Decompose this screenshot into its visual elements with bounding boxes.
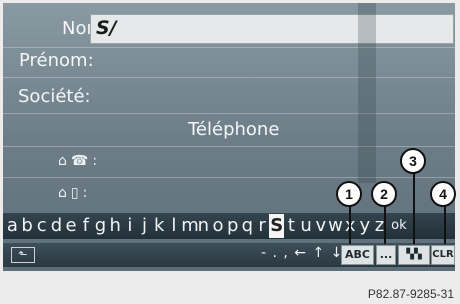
letter-key[interactable]: a (5, 214, 20, 238)
letter-key[interactable]: v (313, 214, 328, 238)
reference-code: P82.87-9285-31 (367, 287, 454, 301)
ok-key[interactable]: ok (387, 214, 411, 238)
home-phone-colon: : (92, 153, 98, 169)
language-switch-button[interactable]: ▚▚ (398, 245, 430, 265)
abc-button[interactable]: ABC (341, 245, 374, 265)
callout-leader-line (413, 173, 415, 244)
row-divider (3, 177, 455, 178)
more-characters-button[interactable]: ... (376, 245, 396, 265)
letter-key[interactable]: h (108, 214, 123, 238)
letter-key[interactable]: p (225, 214, 240, 238)
function-bar: ⬑ - . , ← ↑ ↓ → ABC ... ▚▚ CLR (3, 243, 455, 267)
letter-key[interactable]: o (211, 214, 226, 238)
letter-key[interactable]: m (181, 214, 199, 238)
language-flag-icon: ▚▚ (406, 249, 422, 260)
phone-section-header: Téléphone (188, 119, 280, 140)
callout-leader-line (384, 206, 386, 244)
back-arrow-icon: ⬑ (18, 248, 28, 261)
telephone-icon: ☎ (70, 153, 89, 169)
row-divider (3, 146, 455, 147)
callout-2: 2 (371, 181, 397, 207)
name-input-value: S/ (96, 17, 117, 39)
letter-key-selected[interactable]: S (269, 214, 285, 238)
letter-key[interactable]: b (20, 214, 35, 238)
letter-key[interactable]: r (255, 214, 270, 238)
letter-key[interactable]: w (328, 214, 343, 238)
letter-key[interactable]: d (49, 214, 64, 238)
letter-key[interactable]: k (152, 214, 167, 238)
letter-key[interactable]: q (240, 214, 255, 238)
first-name-label: Prénom: (19, 50, 94, 71)
mobile-phone-colon: : (82, 185, 88, 201)
mobile-phone-icon: ▯ (70, 185, 79, 201)
callout-4: 4 (430, 181, 456, 207)
name-input[interactable]: S/ (90, 14, 454, 44)
home-icon: ⌂ (58, 185, 67, 201)
letter-key[interactable]: n (196, 214, 211, 238)
contact-entry-screen: Nom: S/ Prénom: Société: Téléphone ⌂ ☎ :… (3, 3, 455, 271)
callout-3: 3 (400, 148, 426, 174)
row-divider (3, 113, 455, 114)
callout-1: 1 (336, 181, 362, 207)
mobile-phone-row[interactable]: ⌂ ▯ : (58, 185, 87, 201)
letter-key[interactable]: j (137, 214, 152, 238)
letter-key[interactable]: y (358, 214, 373, 238)
letter-key[interactable]: f (78, 214, 93, 238)
letter-key[interactable]: i (123, 214, 138, 238)
home-icon: ⌂ (58, 153, 67, 169)
letter-key[interactable]: g (93, 214, 108, 238)
home-phone-row[interactable]: ⌂ ☎ : (58, 153, 97, 169)
letter-selector-bar[interactable]: a b c d e f g h i j k l m n o p q r S t … (3, 213, 455, 239)
row-divider (3, 77, 455, 78)
callout-leader-line (349, 206, 351, 244)
back-button[interactable]: ⬑ (11, 247, 35, 263)
row-divider (3, 47, 455, 48)
callout-leader-line (444, 206, 446, 244)
letter-key[interactable]: t (284, 214, 299, 238)
letter-key[interactable]: u (299, 214, 314, 238)
company-label: Société: (18, 86, 91, 107)
clear-button[interactable]: CLR (431, 245, 455, 265)
letter-key[interactable]: l (167, 214, 182, 238)
letter-key[interactable]: c (34, 214, 49, 238)
letter-key[interactable]: e (64, 214, 79, 238)
